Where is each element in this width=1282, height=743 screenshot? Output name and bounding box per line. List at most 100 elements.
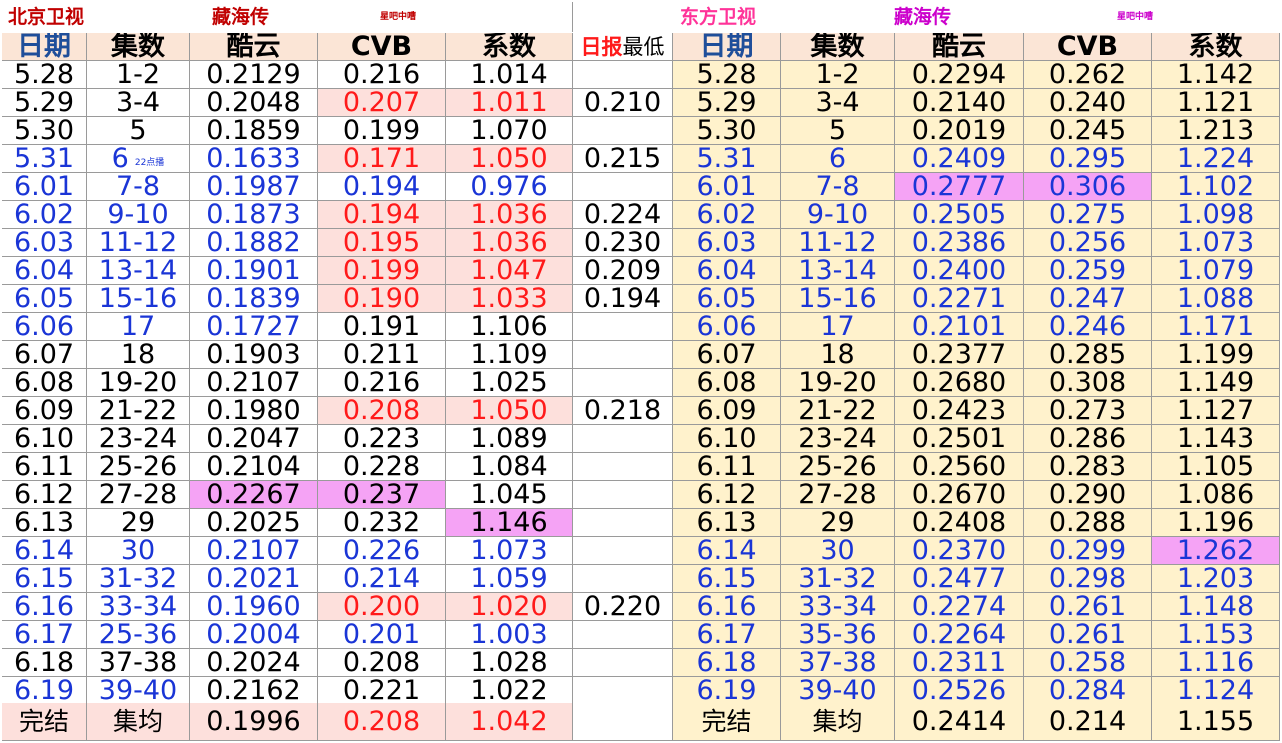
right-kuyun-cell: 0.2400 xyxy=(895,257,1024,285)
right-drama-title: 藏海传 xyxy=(894,2,994,32)
right-cvb-cell: 0.258 xyxy=(1024,649,1152,677)
left-cvb-cell: 0.201 xyxy=(318,621,446,649)
ratings-sheet: 北京卫视 藏海传 星吧中嘈 东方卫视 藏海传 星吧中嘈 日期 集数 酷云 CVB… xyxy=(2,2,1280,741)
left-kuyun-cell: 0.1903 xyxy=(190,341,318,369)
right-coef-cell: 1.213 xyxy=(1152,117,1280,145)
table-row: 6.13 29 0.2025 0.232 1.146 6.13 29 0.2408 0.288 1… xyxy=(2,509,1280,537)
left-coef-header: 系数 xyxy=(446,33,573,61)
left-date-cell: 6.14 xyxy=(2,537,87,565)
right-date-cell: 6.05 xyxy=(673,285,781,313)
right-coef-cell: 1.262 xyxy=(1152,537,1280,565)
table-row: 6.06 17 0.1727 0.191 1.106 6.06 17 0.2101 0.246 1… xyxy=(2,313,1280,341)
left-date-cell: 5.31 xyxy=(2,145,87,173)
low-header-black: 最低 xyxy=(622,34,665,59)
right-date-cell: 6.03 xyxy=(673,229,781,257)
right-cvb-cell: 0.262 xyxy=(1024,61,1152,89)
right-coef-cell: 1.116 xyxy=(1152,649,1280,677)
right-episode-cell: 37-38 xyxy=(781,649,895,677)
daily-low-cell xyxy=(573,677,673,705)
left-kuyun-cell: 0.2024 xyxy=(190,649,318,677)
right-cvb-cell: 0.283 xyxy=(1024,453,1152,481)
left-cvb-cell: 0.207 xyxy=(318,89,446,117)
left-date-cell: 6.03 xyxy=(2,229,87,257)
left-date-cell: 5.28 xyxy=(2,61,87,89)
left-episode-text: 9-10 xyxy=(107,201,169,229)
daily-low-cell: 0.210 xyxy=(573,89,673,117)
right-episode-cell: 11-12 xyxy=(781,229,895,257)
daily-low-cell xyxy=(573,173,673,201)
left-episode-text: 15-16 xyxy=(98,285,178,313)
right-date-cell: 6.14 xyxy=(673,537,781,565)
table-row: 6.16 33-34 0.1960 0.200 1.020 0.220 6.16 33-34 0… xyxy=(2,593,1280,621)
table-row: 6.04 13-14 0.1901 0.199 1.047 0.209 6.04 13-14 0… xyxy=(2,257,1280,285)
right-credit: 星吧中嘈 xyxy=(1117,2,1197,32)
left-kuyun-cell: 0.2021 xyxy=(190,565,318,593)
right-cvb-cell: 0.261 xyxy=(1024,593,1152,621)
right-kuyun-cell: 0.2140 xyxy=(895,89,1024,117)
left-coef-cell: 1.047 xyxy=(446,257,573,285)
left-coef-cell: 1.011 xyxy=(446,89,573,117)
table-row: 6.12 27-28 0.2267 0.237 1.045 6.12 27-28 0.2670… xyxy=(2,481,1280,509)
right-kuyun-cell: 0.2560 xyxy=(895,453,1024,481)
right-date-cell: 6.08 xyxy=(673,369,781,397)
right-cvb-cell: 0.286 xyxy=(1024,425,1152,453)
table-row: 5.29 3-4 0.2048 0.207 1.011 0.210 5.29 3-4 0.214… xyxy=(2,89,1280,117)
right-footer-label: 完结 xyxy=(673,703,781,741)
right-coef-cell: 1.079 xyxy=(1152,257,1280,285)
left-episode-cell: 25-36 xyxy=(87,621,190,649)
left-episodes-header: 集数 xyxy=(87,33,190,61)
daily-low-cell xyxy=(573,117,673,145)
left-kuyun-cell: 0.2129 xyxy=(190,61,318,89)
right-kuyun-cell: 0.2505 xyxy=(895,201,1024,229)
right-cvb-cell: 0.261 xyxy=(1024,621,1152,649)
left-date-cell: 6.18 xyxy=(2,649,87,677)
left-date-cell: 5.29 xyxy=(2,89,87,117)
left-episode-cell: 23-24 xyxy=(87,425,190,453)
left-coef-cell: 1.036 xyxy=(446,201,573,229)
table-row: 6.19 39-40 0.2162 0.221 1.022 6.19 39-40 0.2526… xyxy=(2,677,1280,705)
left-episode-text: 29 xyxy=(120,509,156,537)
left-cvb-cell: 0.200 xyxy=(318,593,446,621)
right-footer-cvb: 0.214 xyxy=(1024,703,1152,741)
right-date-cell: 6.16 xyxy=(673,593,781,621)
low-header: 日报 最低 xyxy=(573,33,673,61)
right-date-cell: 6.10 xyxy=(673,425,781,453)
left-coef-cell: 1.033 xyxy=(446,285,573,313)
right-kuyun-cell: 0.2271 xyxy=(895,285,1024,313)
right-cvb-cell: 0.247 xyxy=(1024,285,1152,313)
left-episode-cell: 29 xyxy=(87,509,190,537)
right-episode-cell: 17 xyxy=(781,313,895,341)
left-cvb-cell: 0.199 xyxy=(318,117,446,145)
left-coef-cell: 1.050 xyxy=(446,397,573,425)
daily-low-cell xyxy=(573,509,673,537)
left-episode-text: 30 xyxy=(120,537,156,565)
left-footer-cvb: 0.208 xyxy=(318,703,446,741)
right-date-cell: 6.17 xyxy=(673,621,781,649)
left-episode-text: 37-38 xyxy=(98,649,178,677)
left-kuyun-cell: 0.2267 xyxy=(190,481,318,509)
right-coef-cell: 1.143 xyxy=(1152,425,1280,453)
left-episode-cell: 11-12 xyxy=(87,229,190,257)
right-kuyun-cell: 0.2377 xyxy=(895,341,1024,369)
right-cvb-cell: 0.256 xyxy=(1024,229,1152,257)
daily-low-cell: 0.194 xyxy=(573,285,673,313)
right-cvb-cell: 0.295 xyxy=(1024,145,1152,173)
table-row: 6.11 25-26 0.2104 0.228 1.084 6.11 25-26 0.2560… xyxy=(2,453,1280,481)
left-episode-cell: 15-16 xyxy=(87,285,190,313)
right-cvb-cell: 0.240 xyxy=(1024,89,1152,117)
daily-low-cell xyxy=(573,425,673,453)
left-coef-cell: 1.045 xyxy=(446,481,573,509)
left-episode-cell: 25-26 xyxy=(87,453,190,481)
right-episode-cell: 23-24 xyxy=(781,425,895,453)
left-cvb-cell: 0.208 xyxy=(318,397,446,425)
right-coef-cell: 1.224 xyxy=(1152,145,1280,173)
left-episode-cell: 1-2 xyxy=(87,61,190,89)
right-coef-cell: 1.149 xyxy=(1152,369,1280,397)
right-episode-cell: 35-36 xyxy=(781,621,895,649)
left-episode-text: 23-24 xyxy=(98,425,178,453)
right-date-cell: 6.12 xyxy=(673,481,781,509)
left-coef-cell: 1.028 xyxy=(446,649,573,677)
left-episode-text: 5 xyxy=(129,117,147,145)
left-episode-cell: 19-20 xyxy=(87,369,190,397)
table-row: 6.09 21-22 0.1980 0.208 1.050 0.218 6.09 21-22 0… xyxy=(2,397,1280,425)
